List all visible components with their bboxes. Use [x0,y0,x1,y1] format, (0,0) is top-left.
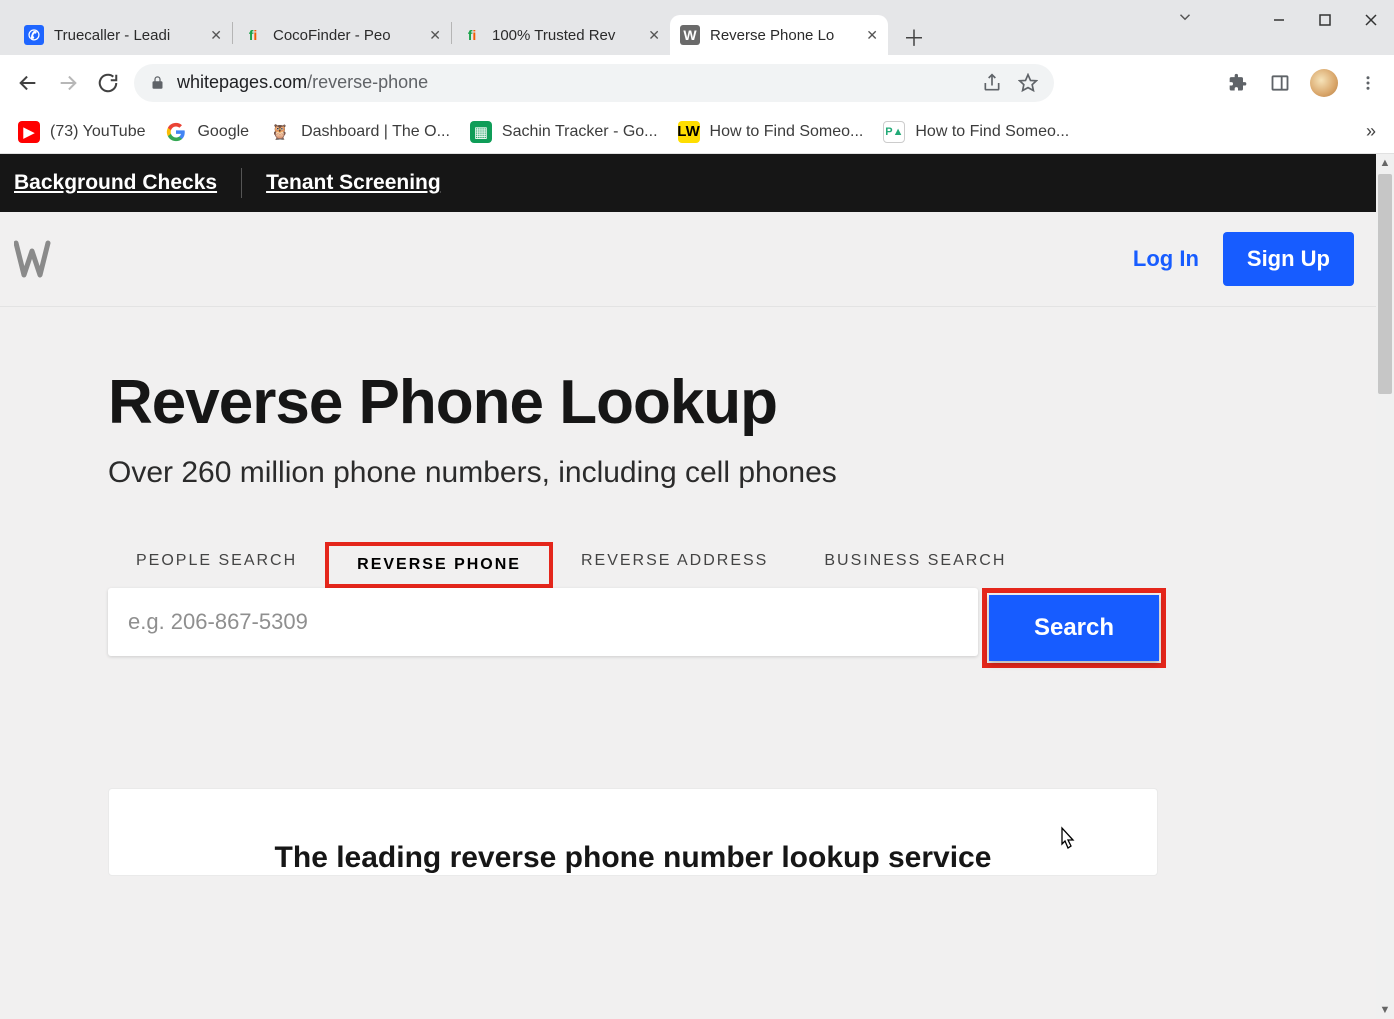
scrollbar[interactable]: ▲ ▼ [1376,154,1394,1019]
page-title: Reverse Phone Lookup [108,367,1376,438]
search-input-container [108,588,978,656]
bookmark-label: Sachin Tracker - Go... [502,123,658,141]
site-header: Log In Sign Up [0,212,1376,307]
bookmark-label: How to Find Someo... [915,123,1069,141]
tab-reverse-address[interactable]: REVERSE ADDRESS [553,542,796,588]
favicon-fi-icon: fi [462,25,482,45]
page-subtitle: Over 260 million phone numbers, includin… [108,456,1376,490]
side-panel-icon[interactable] [1268,71,1292,95]
close-icon[interactable]: ✕ [866,27,878,44]
search-button[interactable]: Search [989,595,1159,661]
tab-title: 100% Trusted Rev [492,27,642,44]
page-viewport: Background Checks Tenant Screening Log I… [0,154,1394,1019]
favicon-fi-icon: fi [243,25,263,45]
search-tabs: PEOPLE SEARCH REVERSE PHONE REVERSE ADDR… [108,542,1376,588]
bookmark-label: (73) YouTube [50,123,145,141]
link-tenant-screening[interactable]: Tenant Screening [266,171,441,195]
tab-truecaller[interactable]: ✆ Truecaller - Leadi ✕ [14,15,232,55]
bookmark-label: Dashboard | The O... [301,123,450,141]
bookmark-label: Google [197,123,249,141]
maximize-button[interactable] [1302,0,1348,40]
page-content: Background Checks Tenant Screening Log I… [0,154,1376,876]
bookmark-sachin-tracker[interactable]: ▦ Sachin Tracker - Go... [470,121,658,143]
whitepages-logo[interactable] [14,239,58,279]
search-row: Search [108,588,1166,668]
sheets-icon: ▦ [470,121,492,143]
tab-business-search[interactable]: BUSINESS SEARCH [796,542,1034,588]
signup-button[interactable]: Sign Up [1223,232,1354,286]
link-background-checks[interactable]: Background Checks [14,171,217,195]
card-heading: The leading reverse phone number lookup … [149,841,1117,875]
tab-trusted[interactable]: fi 100% Trusted Rev ✕ [452,15,670,55]
profile-avatar[interactable] [1310,69,1338,97]
owl-icon: 🦉 [269,121,291,143]
star-icon[interactable] [1018,73,1038,93]
close-window-button[interactable] [1348,0,1394,40]
back-button[interactable] [14,69,42,97]
lw-icon: LW [678,121,700,143]
youtube-icon: ▶ [18,121,40,143]
tab-people-search[interactable]: PEOPLE SEARCH [108,542,325,588]
google-icon [165,121,187,143]
chevron-down-icon[interactable] [1176,8,1194,26]
header-right: Log In Sign Up [1133,232,1354,286]
window-controls [1256,0,1394,40]
share-icon[interactable] [982,73,1002,93]
search-button-highlight: Search [982,588,1166,668]
bookmark-youtube[interactable]: ▶ (73) YouTube [18,121,145,143]
pa-icon: P▲ [883,121,905,143]
info-card: The leading reverse phone number lookup … [108,788,1158,876]
kebab-menu-icon[interactable] [1356,71,1380,95]
close-icon[interactable]: ✕ [429,27,441,44]
bookmark-how-to-find-1[interactable]: LW How to Find Someo... [678,121,864,143]
site-topbar: Background Checks Tenant Screening [0,154,1376,212]
topbar-divider [241,168,242,198]
bookmark-label: How to Find Someo... [710,123,864,141]
tab-title: Reverse Phone Lo [710,27,860,44]
tab-reverse-phone[interactable]: REVERSE PHONE [325,542,553,588]
new-tab-button[interactable]: ＋ [896,19,932,55]
toolbar-right-icons [1226,69,1380,97]
scroll-up-icon[interactable]: ▲ [1376,154,1394,172]
browser-toolbar: whitepages.com/reverse-phone [0,55,1394,110]
phone-icon: ✆ [24,25,44,45]
minimize-button[interactable] [1256,0,1302,40]
favicon-w-icon: W [680,25,700,45]
bookmark-how-to-find-2[interactable]: P▲ How to Find Someo... [883,121,1069,143]
tab-reverse-phone[interactable]: W Reverse Phone Lo ✕ [670,15,888,55]
tab-title: CocoFinder - Peo [273,27,423,44]
bookmark-google[interactable]: Google [165,121,249,143]
forward-button[interactable] [54,69,82,97]
login-link[interactable]: Log In [1133,246,1199,272]
phone-search-input[interactable] [128,609,958,635]
close-icon[interactable]: ✕ [648,27,660,44]
scroll-down-icon[interactable]: ▼ [1376,1001,1394,1019]
bookmark-dashboard[interactable]: 🦉 Dashboard | The O... [269,121,450,143]
address-bar[interactable]: whitepages.com/reverse-phone [134,64,1054,102]
lock-icon [150,75,165,90]
tab-cocofinder[interactable]: fi CocoFinder - Peo ✕ [233,15,451,55]
bookmarks-bar: ▶ (73) YouTube Google 🦉 Dashboard | The … [0,110,1394,154]
extensions-icon[interactable] [1226,71,1250,95]
tab-title: Truecaller - Leadi [54,27,204,44]
reload-button[interactable] [94,69,122,97]
main-content: Reverse Phone Lookup Over 260 million ph… [0,307,1376,876]
close-icon[interactable]: ✕ [210,27,222,44]
scrollbar-thumb[interactable] [1378,174,1392,394]
bookmarks-overflow-icon[interactable]: » [1366,121,1376,142]
url-text: whitepages.com/reverse-phone [177,72,428,93]
